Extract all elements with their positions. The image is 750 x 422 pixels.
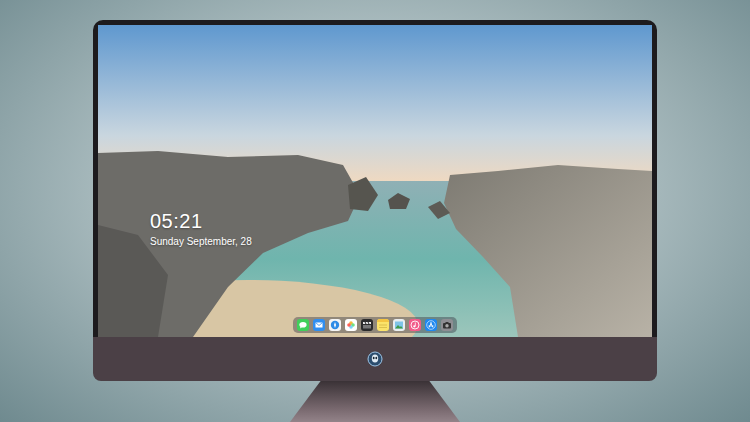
mail-icon[interactable] (313, 319, 325, 331)
gallery-icon[interactable] (393, 319, 405, 331)
monitor-chin (93, 337, 657, 381)
clock-date: Sunday September, 28 (150, 235, 652, 248)
clock-time: 05:21 (150, 210, 652, 232)
monitor-stand (290, 381, 460, 422)
messages-icon[interactable] (297, 319, 309, 331)
lock-clock: 05:21 Sunday September, 28 (98, 25, 652, 248)
desktop-screen: 05:21 Sunday September, 28 (98, 25, 652, 337)
safari-icon[interactable] (329, 319, 341, 331)
notes-icon[interactable] (377, 319, 389, 331)
wallpaper (98, 25, 652, 337)
video-icon[interactable] (361, 319, 373, 331)
monitor: 05:21 Sunday September, 28 (93, 20, 657, 337)
photos-icon[interactable] (345, 319, 357, 331)
brand-logo-icon (367, 351, 383, 367)
music-icon[interactable] (409, 319, 421, 331)
appstore-icon[interactable] (425, 319, 437, 331)
dock (293, 317, 457, 333)
camera-icon[interactable] (441, 319, 453, 331)
